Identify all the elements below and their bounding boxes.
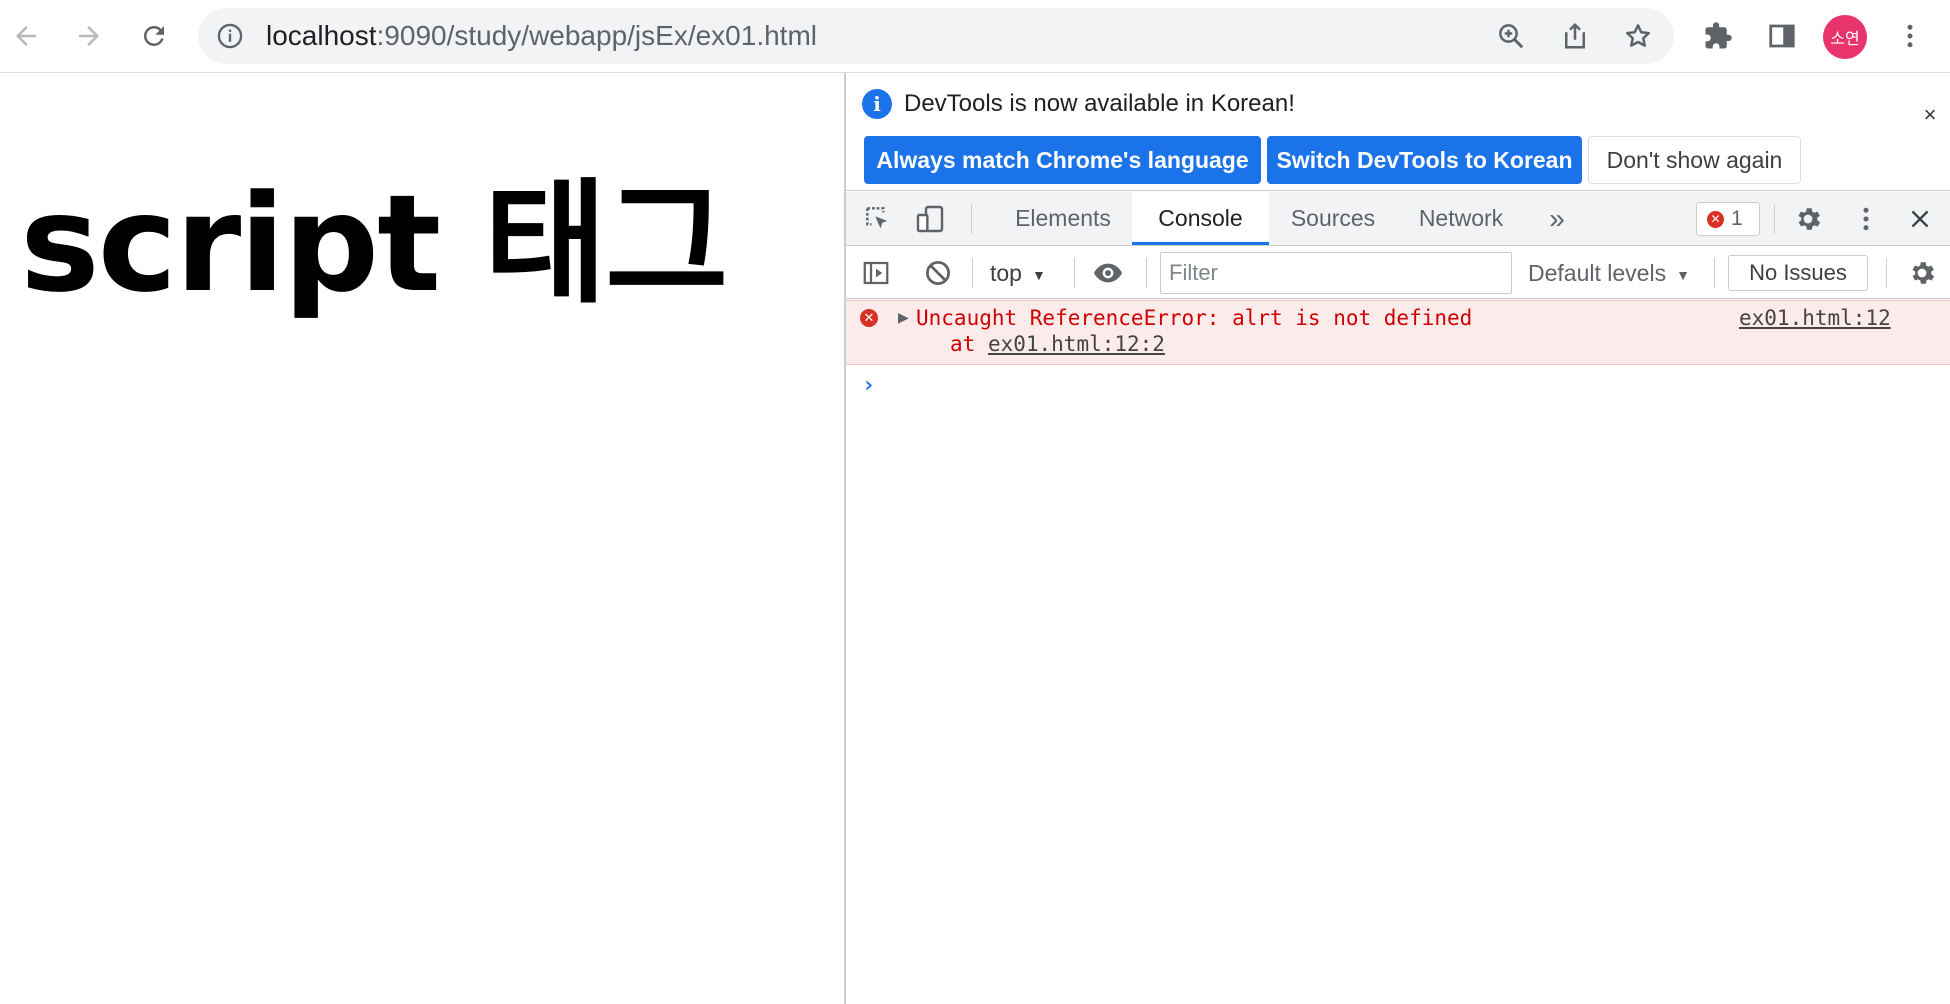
tabbar-separator [1774,204,1775,234]
console-error-message[interactable]: ✕ ▶ Uncaught ReferenceError: alrt is not… [846,300,1950,365]
browser-toolbar: localhost:9090/study/webapp/jsEx/ex01.ht… [0,0,1950,73]
zoom-icon[interactable] [1496,21,1526,51]
error-x-icon: ✕ [860,309,878,327]
back-arrow-icon [16,26,36,46]
tab-network[interactable]: Network [1398,192,1524,245]
log-levels-dropdown[interactable]: Default levels ▼ [1528,247,1690,299]
always-match-language-button[interactable]: Always match Chrome's language [864,136,1261,184]
gear-icon [1798,208,1821,230]
page-viewport: script 태그 [0,73,844,1004]
error-source-link[interactable]: ex01.html:12 [1739,305,1891,331]
page-heading: script 태그 [20,166,728,322]
console-prompt-chevron-icon[interactable]: › [862,373,875,398]
forward-button[interactable] [63,10,115,62]
expand-triangle-icon[interactable]: ▶ [898,309,909,326]
toolbar-separator [1146,258,1147,288]
reload-button[interactable] [128,10,180,62]
url-text[interactable]: localhost:9090/study/webapp/jsEx/ex01.ht… [266,8,817,64]
kebab-menu-icon [1907,24,1913,48]
address-bar[interactable]: localhost:9090/study/webapp/jsEx/ex01.ht… [198,8,1674,64]
info-icon[interactable] [216,22,244,50]
infobar-close-icon[interactable]: × [1918,103,1942,127]
language-infobar: i DevTools is now available in Korean! ×… [846,73,1950,191]
error-count: 1 [1731,207,1743,230]
devtools-menu-button[interactable] [1850,203,1882,235]
filter-input[interactable] [1160,252,1512,294]
url-path: :9090/study/webapp/jsEx/ex01.html [376,20,817,51]
error-stack-line: at ex01.html:12:2 [950,331,1165,357]
close-devtools-button[interactable] [1904,203,1936,235]
console-settings-button[interactable] [1906,257,1938,289]
extensions-puzzle-icon [1705,22,1732,49]
side-panel-icon [1769,24,1795,48]
live-expression-button[interactable] [1092,257,1124,289]
extensions-button[interactable] [1692,10,1744,62]
sidebar-toggle-icon [863,261,889,285]
switch-to-korean-button[interactable]: Switch DevTools to Korean [1267,136,1582,184]
dont-show-again-button[interactable]: Don't show again [1588,136,1801,184]
settings-button[interactable] [1792,203,1824,235]
url-host: localhost [266,20,377,51]
star-icon[interactable] [1623,21,1653,51]
profile-avatar[interactable]: 소연 [1823,15,1867,59]
infobar-message: DevTools is now available in Korean! [904,90,1295,117]
tabbar-separator [971,204,972,234]
devtools-panel: i DevTools is now available in Korean! ×… [844,73,1950,1004]
toolbar-separator [1714,258,1715,288]
context-selector[interactable]: top ▼ [990,247,1046,299]
device-mode-icon [916,205,944,233]
tab-sources[interactable]: Sources [1272,192,1394,245]
devtools-tabbar: Elements Console Sources Network » ✕ 1 [846,192,1950,246]
close-icon [1911,210,1929,228]
issues-button[interactable]: No Issues [1728,255,1868,291]
error-x-icon: ✕ [1707,211,1724,228]
more-tabs-chevron-icon[interactable]: » [1538,192,1576,245]
context-value: top [990,260,1022,286]
toolbar-separator [972,258,973,288]
back-button[interactable] [0,10,52,62]
console-toolbar: top ▼ Default levels ▼ No Issues [846,247,1950,299]
log-levels-value: Default levels [1528,260,1667,286]
clear-console-button[interactable] [922,257,954,289]
share-icon[interactable] [1560,21,1590,51]
show-sidebar-button[interactable] [860,257,892,289]
tab-elements[interactable]: Elements [989,192,1137,245]
chrome-menu-button[interactable] [1884,10,1936,62]
gear-icon [1912,262,1935,284]
reload-icon [143,25,164,46]
stack-location-link[interactable]: ex01.html:12:2 [988,332,1165,356]
error-count-badge[interactable]: ✕ 1 [1696,202,1760,236]
kebab-menu-icon [1863,207,1869,231]
error-text: Uncaught ReferenceError: alrt is not def… [916,306,1473,330]
dropdown-triangle-icon: ▼ [1676,266,1690,283]
tab-console[interactable]: Console [1132,192,1269,245]
info-circle-icon: i [862,89,892,119]
side-panel-button[interactable] [1756,10,1808,62]
stack-prefix: at [950,332,988,356]
clear-block-icon [926,261,950,285]
eye-icon [1094,263,1122,283]
dropdown-triangle-icon: ▼ [1031,266,1046,283]
inspect-cursor-icon [866,207,888,229]
toolbar-separator [1886,258,1887,288]
toolbar-separator [1074,258,1075,288]
inspect-element-button[interactable] [862,203,894,235]
forward-arrow-icon [79,26,99,46]
device-toolbar-button[interactable] [914,203,946,235]
